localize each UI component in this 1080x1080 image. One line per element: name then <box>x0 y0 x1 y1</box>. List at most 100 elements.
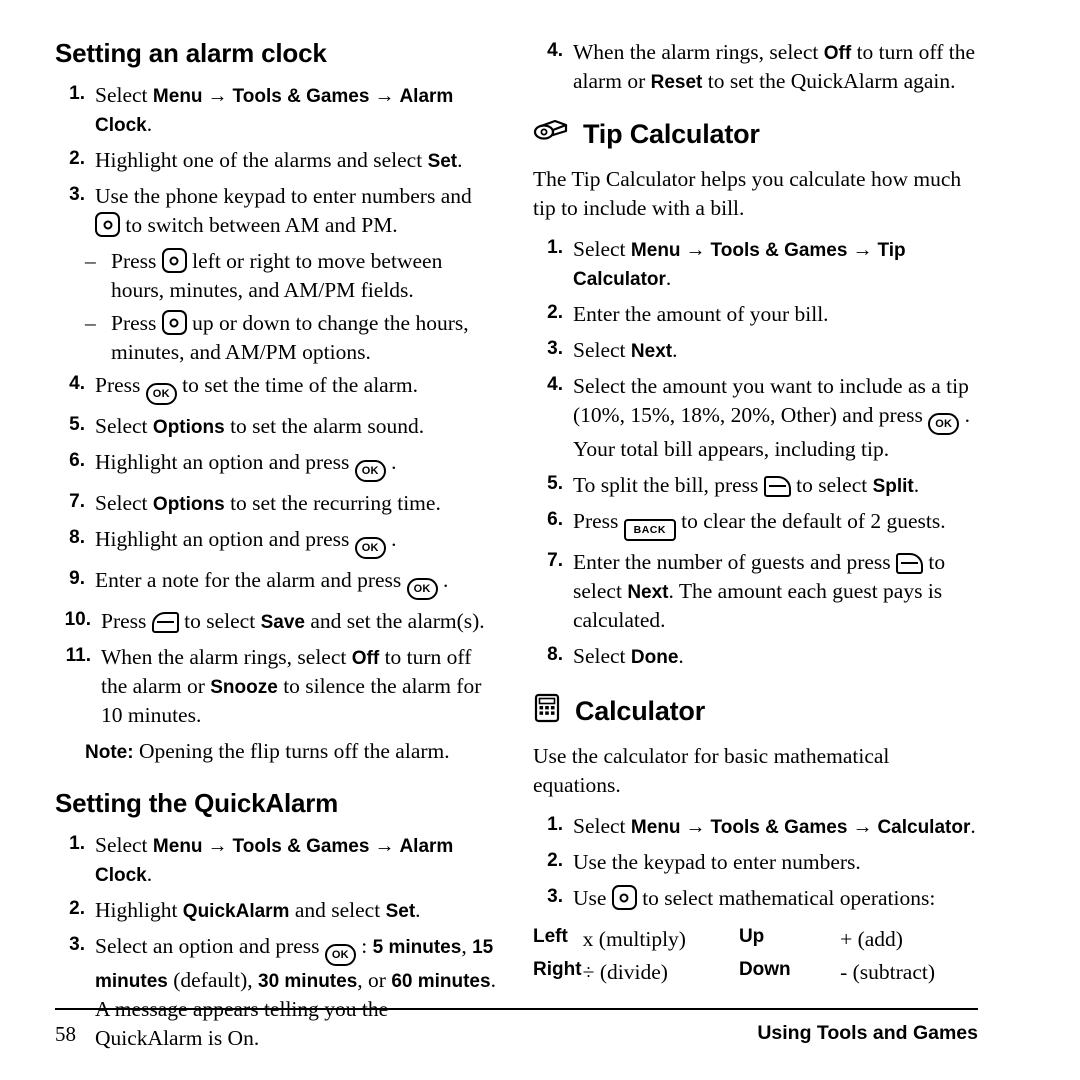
left-column: Setting an alarm clock 1. Select Menu → T… <box>55 38 500 1060</box>
navigation-key-icon <box>161 248 187 274</box>
emphasis-text: Menu <box>152 86 203 107</box>
ok-key-icon: OK <box>354 537 386 560</box>
navigation-key-icon <box>161 310 187 336</box>
arrow-separator-icon: → <box>847 816 878 839</box>
arrow-separator-icon: → <box>369 85 400 107</box>
numbered-step: 3. Select an option and press OK : 5 minu… <box>55 932 500 1053</box>
note-text: Note: Opening the flip turns off the ala… <box>85 739 450 764</box>
page-number: 58 <box>55 1022 76 1046</box>
footer-divider <box>55 1008 978 1010</box>
step-number: 7. <box>547 550 563 572</box>
step-number: 4. <box>547 40 563 61</box>
tip-calculator-steps: 1. Select Menu → Tools & Games → Tip Calc… <box>533 235 978 671</box>
alarm-steps-part1: 1. Select Menu → Tools & Games → Alarm Cl… <box>55 81 500 240</box>
calculator-icon <box>533 693 563 730</box>
step-number: 5. <box>69 414 85 436</box>
numbered-step: 2. Highlight QuickAlarm and select Set. <box>55 896 500 925</box>
emphasis-text: Off <box>823 43 852 64</box>
step-number: 8. <box>547 644 563 666</box>
key-direction-label: Right <box>533 958 582 980</box>
quickalarm-steps: 1. Select Menu → Tools & Games → Alarm Cl… <box>55 831 500 1053</box>
numbered-step: 8. Highlight an option and press OK . <box>55 525 500 560</box>
emphasis-text: Tools & Games <box>232 86 370 107</box>
sub-step: – Press up or down to change the hours, m… <box>85 310 469 365</box>
step-number: 9. <box>69 568 85 590</box>
step-number: 1. <box>547 237 563 259</box>
step-number: 1. <box>69 833 85 855</box>
key-direction-label: Up <box>738 926 765 948</box>
numbered-step: 1. Select Menu → Tools & Games → Tip Calc… <box>533 235 978 293</box>
navigation-key-icon <box>611 885 637 911</box>
numbered-step: 1. Select Menu → Tools & Games → Alarm Cl… <box>55 81 500 139</box>
step-number: 3. <box>69 934 85 956</box>
step-number: 4. <box>69 373 85 395</box>
right-softkey-icon <box>896 553 924 575</box>
step-number: 11. <box>65 645 91 667</box>
footer-chapter-title: Using Tools and Games <box>757 1022 978 1044</box>
emphasis-text: Menu <box>630 240 681 262</box>
numbered-step: 2. Use the keypad to enter numbers. <box>533 848 978 877</box>
emphasis-text: Tools & Games <box>232 836 370 858</box>
navigation-key-icon <box>95 212 120 238</box>
step-number: 1. <box>69 83 85 104</box>
emphasis-text: QuickAlarm <box>182 901 290 923</box>
tip-calculator-icon <box>533 116 571 153</box>
emphasis-text: Next <box>627 582 669 604</box>
step-number: 6. <box>69 450 85 472</box>
emphasis-text: Options <box>152 417 225 439</box>
numbered-step: 3. Use the phone keypad to enter numbers … <box>55 182 500 240</box>
key-operation-label: ÷ (divide) <box>582 959 668 984</box>
right-column: 4. When the alarm rings, select Off to tu… <box>533 38 978 988</box>
calculator-title: Calculator <box>575 696 706 727</box>
numbered-step: 1. Select Menu → Tools & Games → Calculat… <box>533 812 978 841</box>
step-number: 2. <box>69 148 85 170</box>
numbered-step: 4. Press OK to set the time of the alarm. <box>55 371 500 406</box>
emphasis-text: 60 minutes <box>391 971 491 993</box>
numbered-step: 7. Enter the number of guests and press t… <box>533 548 978 635</box>
numbered-step: 7. Select Options to set the recurring ti… <box>55 489 500 518</box>
calculator-steps: 1. Select Menu → Tools & Games → Calculat… <box>533 812 978 913</box>
arrow-separator-icon: → <box>680 816 711 839</box>
step-number: 1. <box>547 814 563 836</box>
emphasis-text: Snooze <box>210 677 278 699</box>
ok-key-icon: OK <box>145 383 177 406</box>
emphasis-text: Set <box>427 151 458 173</box>
tip-calculator-title: Tip Calculator <box>583 119 760 150</box>
key-operation-label: x (multiply) <box>582 927 686 952</box>
calculator-key-table: Left x (multiply) Up + (add) Right ÷ (divide)… <box>533 923 978 988</box>
emphasis-text: Set <box>385 901 416 923</box>
numbered-step: 6. Highlight an option and press OK . <box>55 448 500 483</box>
step-number: 2. <box>547 850 563 872</box>
step-number: 4. <box>547 374 563 396</box>
ok-key-icon: OK <box>406 578 438 601</box>
ok-key-icon: OK <box>324 944 356 967</box>
emphasis-text: 30 minutes <box>258 971 358 993</box>
key-table-row: Left x (multiply) Up + (add) <box>533 923 978 955</box>
arrow-separator-icon: → <box>202 85 233 107</box>
step-number: 3. <box>547 886 563 908</box>
left-softkey-icon <box>151 612 179 634</box>
arrow-separator-icon: → <box>202 835 233 858</box>
numbered-step: 3. Use to select mathematical operations: <box>533 884 978 913</box>
emphasis-text: 5 minutes <box>372 937 462 959</box>
ok-key-icon: OK <box>354 460 386 483</box>
numbered-step: 11. When the alarm rings, select Off to t… <box>55 643 500 730</box>
alarm-steps-part2: 4. Press OK to set the time of the alarm.… <box>55 371 500 730</box>
key-table-row: Right ÷ (divide) Down - (subtract) <box>533 956 978 988</box>
numbered-step: 1. Select Menu → Tools & Games → Alarm Cl… <box>55 831 500 889</box>
emphasis-text: Calculator <box>877 817 971 839</box>
emphasis-text: Save <box>260 612 305 634</box>
key-operation-label: - (subtract) <box>840 959 936 984</box>
arrow-separator-icon: → <box>680 239 711 262</box>
right-softkey-icon <box>763 476 791 498</box>
numbered-step: 5. Select Options to set the alarm sound. <box>55 412 500 441</box>
numbered-step: 4. When the alarm rings, select Off to tu… <box>533 38 978 96</box>
back-key-icon: BACK <box>623 519 676 542</box>
emphasis-text: Menu <box>152 836 203 858</box>
step-number: 3. <box>69 184 85 206</box>
step-number: 3. <box>547 338 563 360</box>
arrow-separator-icon: → <box>369 835 400 858</box>
key-operation-label: + (add) <box>840 927 903 952</box>
step-number: 6. <box>547 509 563 531</box>
key-direction-label: Left <box>533 926 568 948</box>
